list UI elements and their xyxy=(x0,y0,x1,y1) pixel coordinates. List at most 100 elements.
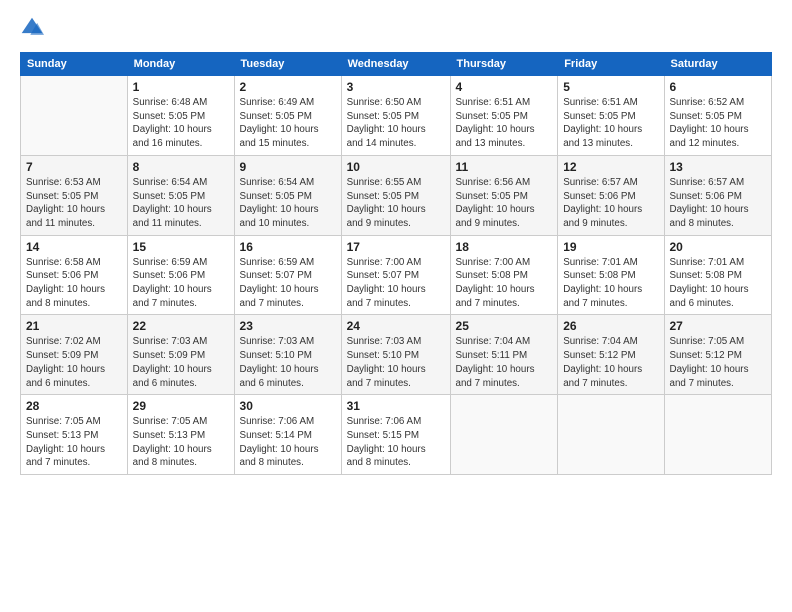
day-info: Sunrise: 6:59 AM Sunset: 5:06 PM Dayligh… xyxy=(133,256,229,311)
calendar-cell: 16Sunrise: 6:59 AM Sunset: 5:07 PM Dayli… xyxy=(234,235,341,315)
calendar-cell: 1 Sunrise: 6:48 AM Sunset: 5:05 PM Daylig… xyxy=(127,76,234,156)
day-number: 6 xyxy=(670,80,767,94)
calendar-cell: 8 Sunrise: 6:54 AM Sunset: 5:05 PM Daylig… xyxy=(127,155,234,235)
day-number: 11 xyxy=(456,160,553,174)
calendar-cell: 26 Sunrise: 7:04 AM Sunset: 5:12 PM Dayli… xyxy=(558,315,664,395)
weekday-header-tuesday: Tuesday xyxy=(234,53,341,76)
day-number: 18 xyxy=(456,240,553,254)
day-info: Sunrise: 7:04 AM Sunset: 5:12 PM Dayligh… xyxy=(563,335,658,390)
day-info: Sunrise: 7:05 AM Sunset: 5:12 PM Dayligh… xyxy=(670,335,767,390)
day-number: 29 xyxy=(133,399,229,413)
day-info: Sunrise: 7:01 AM Sunset: 5:08 PM Dayligh… xyxy=(563,256,658,311)
day-info: Sunrise: 7:05 AM Sunset: 5:13 PM Dayligh… xyxy=(133,415,229,470)
day-info: Sunrise: 7:04 AM Sunset: 5:11 PM Dayligh… xyxy=(456,335,553,390)
day-info: Sunrise: 7:03 AM Sunset: 5:10 PM Dayligh… xyxy=(240,335,336,390)
week-row-2: 7 Sunrise: 6:53 AM Sunset: 5:05 PM Daylig… xyxy=(21,155,772,235)
calendar-cell xyxy=(21,76,128,156)
day-number: 4 xyxy=(456,80,553,94)
calendar-cell: 4 Sunrise: 6:51 AM Sunset: 5:05 PM Daylig… xyxy=(450,76,558,156)
day-number: 12 xyxy=(563,160,658,174)
weekday-header-monday: Monday xyxy=(127,53,234,76)
header xyxy=(20,16,772,40)
weekday-header-friday: Friday xyxy=(558,53,664,76)
day-number: 2 xyxy=(240,80,336,94)
calendar-cell: 19 Sunrise: 7:01 AM Sunset: 5:08 PM Dayli… xyxy=(558,235,664,315)
day-number: 17 xyxy=(347,240,445,254)
day-info: Sunrise: 6:49 AM Sunset: 5:05 PM Dayligh… xyxy=(240,96,336,151)
day-info: Sunrise: 6:48 AM Sunset: 5:05 PM Dayligh… xyxy=(133,96,229,151)
day-number: 7 xyxy=(26,160,122,174)
day-info: Sunrise: 7:00 AM Sunset: 5:07 PM Dayligh… xyxy=(347,256,445,311)
day-number: 23 xyxy=(240,319,336,333)
day-number: 19 xyxy=(563,240,658,254)
day-info: Sunrise: 6:51 AM Sunset: 5:05 PM Dayligh… xyxy=(456,96,553,151)
logo-icon xyxy=(20,16,44,40)
day-info: Sunrise: 6:54 AM Sunset: 5:05 PM Dayligh… xyxy=(133,176,229,231)
calendar-cell: 13 Sunrise: 6:57 AM Sunset: 5:06 PM Dayli… xyxy=(664,155,772,235)
logo xyxy=(20,16,48,40)
calendar-cell: 2 Sunrise: 6:49 AM Sunset: 5:05 PM Daylig… xyxy=(234,76,341,156)
day-number: 30 xyxy=(240,399,336,413)
day-number: 27 xyxy=(670,319,767,333)
calendar-table: SundayMondayTuesdayWednesdayThursdayFrid… xyxy=(20,52,772,475)
calendar-cell: 17 Sunrise: 7:00 AM Sunset: 5:07 PM Dayli… xyxy=(341,235,450,315)
day-number: 9 xyxy=(240,160,336,174)
day-number: 21 xyxy=(26,319,122,333)
calendar-cell: 24Sunrise: 7:03 AM Sunset: 5:10 PM Dayli… xyxy=(341,315,450,395)
day-number: 15 xyxy=(133,240,229,254)
day-number: 13 xyxy=(670,160,767,174)
day-info: Sunrise: 7:03 AM Sunset: 5:10 PM Dayligh… xyxy=(347,335,445,390)
day-info: Sunrise: 6:57 AM Sunset: 5:06 PM Dayligh… xyxy=(670,176,767,231)
day-info: Sunrise: 7:03 AM Sunset: 5:09 PM Dayligh… xyxy=(133,335,229,390)
day-number: 1 xyxy=(133,80,229,94)
calendar-cell: 25 Sunrise: 7:04 AM Sunset: 5:11 PM Dayli… xyxy=(450,315,558,395)
calendar-cell: 28 Sunrise: 7:05 AM Sunset: 5:13 PM Dayli… xyxy=(21,395,128,475)
calendar-cell: 22 Sunrise: 7:03 AM Sunset: 5:09 PM Dayli… xyxy=(127,315,234,395)
calendar-cell: 29 Sunrise: 7:05 AM Sunset: 5:13 PM Dayli… xyxy=(127,395,234,475)
calendar-cell: 15 Sunrise: 6:59 AM Sunset: 5:06 PM Dayli… xyxy=(127,235,234,315)
calendar-cell: 5 Sunrise: 6:51 AM Sunset: 5:05 PM Daylig… xyxy=(558,76,664,156)
day-number: 25 xyxy=(456,319,553,333)
day-info: Sunrise: 6:50 AM Sunset: 5:05 PM Dayligh… xyxy=(347,96,445,151)
day-info: Sunrise: 6:59 AM Sunset: 5:07 PM Dayligh… xyxy=(240,256,336,311)
day-info: Sunrise: 6:54 AM Sunset: 5:05 PM Dayligh… xyxy=(240,176,336,231)
day-info: Sunrise: 7:01 AM Sunset: 5:08 PM Dayligh… xyxy=(670,256,767,311)
day-number: 3 xyxy=(347,80,445,94)
day-number: 22 xyxy=(133,319,229,333)
calendar-cell: 7 Sunrise: 6:53 AM Sunset: 5:05 PM Daylig… xyxy=(21,155,128,235)
week-row-3: 14 Sunrise: 6:58 AM Sunset: 5:06 PM Dayli… xyxy=(21,235,772,315)
calendar-cell xyxy=(558,395,664,475)
calendar-cell: 23 Sunrise: 7:03 AM Sunset: 5:10 PM Dayli… xyxy=(234,315,341,395)
day-number: 5 xyxy=(563,80,658,94)
day-number: 8 xyxy=(133,160,229,174)
day-info: Sunrise: 7:06 AM Sunset: 5:14 PM Dayligh… xyxy=(240,415,336,470)
calendar-cell: 27 Sunrise: 7:05 AM Sunset: 5:12 PM Dayli… xyxy=(664,315,772,395)
calendar-cell: 3 Sunrise: 6:50 AM Sunset: 5:05 PM Daylig… xyxy=(341,76,450,156)
calendar-cell: 6Sunrise: 6:52 AM Sunset: 5:05 PM Daylig… xyxy=(664,76,772,156)
day-info: Sunrise: 6:58 AM Sunset: 5:06 PM Dayligh… xyxy=(26,256,122,311)
calendar-cell: 12 Sunrise: 6:57 AM Sunset: 5:06 PM Dayli… xyxy=(558,155,664,235)
calendar-cell: 14 Sunrise: 6:58 AM Sunset: 5:06 PM Dayli… xyxy=(21,235,128,315)
weekday-header-sunday: Sunday xyxy=(21,53,128,76)
week-row-5: 28 Sunrise: 7:05 AM Sunset: 5:13 PM Dayli… xyxy=(21,395,772,475)
weekday-header-wednesday: Wednesday xyxy=(341,53,450,76)
day-info: Sunrise: 7:05 AM Sunset: 5:13 PM Dayligh… xyxy=(26,415,122,470)
week-row-4: 21Sunrise: 7:02 AM Sunset: 5:09 PM Dayli… xyxy=(21,315,772,395)
weekday-header-thursday: Thursday xyxy=(450,53,558,76)
calendar-cell: 21Sunrise: 7:02 AM Sunset: 5:09 PM Dayli… xyxy=(21,315,128,395)
weekday-header-saturday: Saturday xyxy=(664,53,772,76)
calendar-cell: 11Sunrise: 6:56 AM Sunset: 5:05 PM Dayli… xyxy=(450,155,558,235)
day-info: Sunrise: 7:06 AM Sunset: 5:15 PM Dayligh… xyxy=(347,415,445,470)
calendar-cell: 31Sunrise: 7:06 AM Sunset: 5:15 PM Dayli… xyxy=(341,395,450,475)
day-info: Sunrise: 6:57 AM Sunset: 5:06 PM Dayligh… xyxy=(563,176,658,231)
calendar-cell: 9 Sunrise: 6:54 AM Sunset: 5:05 PM Daylig… xyxy=(234,155,341,235)
page: SundayMondayTuesdayWednesdayThursdayFrid… xyxy=(0,0,792,612)
calendar-cell: 18Sunrise: 7:00 AM Sunset: 5:08 PM Dayli… xyxy=(450,235,558,315)
calendar-cell xyxy=(450,395,558,475)
day-info: Sunrise: 6:51 AM Sunset: 5:05 PM Dayligh… xyxy=(563,96,658,151)
day-number: 28 xyxy=(26,399,122,413)
day-number: 14 xyxy=(26,240,122,254)
day-number: 26 xyxy=(563,319,658,333)
calendar-cell xyxy=(664,395,772,475)
day-info: Sunrise: 6:53 AM Sunset: 5:05 PM Dayligh… xyxy=(26,176,122,231)
